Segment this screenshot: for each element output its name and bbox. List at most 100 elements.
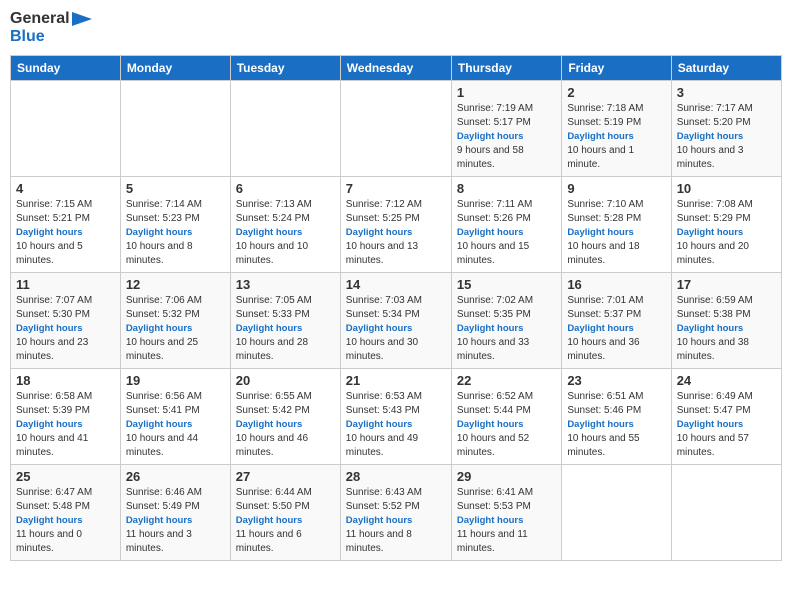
daylight-label: Daylight hours: [16, 515, 83, 526]
day-number: 5: [126, 181, 225, 196]
daylight-label: Daylight hours: [16, 323, 83, 334]
day-number: 6: [236, 181, 335, 196]
day-cell: 28 Sunrise: 6:43 AMSunset: 5:52 PMDayligh…: [340, 464, 451, 560]
day-info: Sunrise: 7:07 AMSunset: 5:30 PMDaylight …: [16, 294, 115, 364]
daylight-label: Daylight hours: [236, 227, 303, 238]
daylight-label: Daylight hours: [567, 323, 634, 334]
daylight-label: Daylight hours: [346, 323, 413, 334]
day-number: 13: [236, 277, 335, 292]
daylight-label: Daylight hours: [457, 515, 524, 526]
daylight-label: Daylight hours: [457, 419, 524, 430]
day-number: 16: [567, 277, 665, 292]
daylight-label: Daylight hours: [677, 131, 744, 142]
logo: General Blue: [10, 10, 92, 47]
daylight-label: Daylight hours: [677, 323, 744, 334]
day-cell: 14Sunrise: 7:03 AMSunset: 5:34 PMDayligh…: [340, 272, 451, 368]
daylight-label: Daylight hours: [457, 131, 524, 142]
page-header: General Blue: [10, 10, 782, 47]
day-cell: [120, 80, 230, 176]
day-info: Sunrise: 6:51 AMSunset: 5:46 PMDaylight …: [567, 390, 665, 460]
day-info: Sunrise: 7:11 AMSunset: 5:26 PMDaylight …: [457, 198, 556, 268]
day-info: Sunrise: 7:15 AMSunset: 5:21 PMDaylight …: [16, 198, 115, 268]
day-number: 12: [126, 277, 225, 292]
day-cell: 29 Sunrise: 6:41 AMSunset: 5:53 PMDayligh…: [451, 464, 561, 560]
day-info: Sunrise: 6:49 AMSunset: 5:47 PMDaylight …: [677, 390, 776, 460]
header-monday: Monday: [120, 55, 230, 80]
day-info: Sunrise: 7:06 AMSunset: 5:32 PMDaylight …: [126, 294, 225, 364]
day-cell: 1Sunrise: 7:19 AMSunset: 5:17 PMDaylight…: [451, 80, 561, 176]
daylight-label: Daylight hours: [677, 227, 744, 238]
day-cell: 18 Sunrise: 6:58 AMSunset: 5:39 PMDayligh…: [11, 368, 121, 464]
daylight-label: Daylight hours: [126, 227, 193, 238]
header-thursday: Thursday: [451, 55, 561, 80]
day-number: 22: [457, 373, 556, 388]
day-number: 25: [16, 469, 115, 484]
day-info: Sunrise: 7:10 AMSunset: 5:28 PMDaylight …: [567, 198, 665, 268]
week-row-4: 18 Sunrise: 6:58 AMSunset: 5:39 PMDayligh…: [11, 368, 782, 464]
day-cell: 6 Sunrise: 7:13 AMSunset: 5:24 PMDaylight…: [230, 176, 340, 272]
daylight-label: Daylight hours: [457, 227, 524, 238]
week-row-1: 1Sunrise: 7:19 AMSunset: 5:17 PMDaylight…: [11, 80, 782, 176]
day-info: Sunrise: 7:13 AMSunset: 5:24 PMDaylight …: [236, 198, 335, 268]
day-number: 18: [16, 373, 115, 388]
day-info: Sunrise: 6:41 AMSunset: 5:53 PMDaylight …: [457, 486, 556, 556]
day-cell: 13 Sunrise: 7:05 AMSunset: 5:33 PMDayligh…: [230, 272, 340, 368]
day-number: 21: [346, 373, 446, 388]
day-cell: 25 Sunrise: 6:47 AMSunset: 5:48 PMDayligh…: [11, 464, 121, 560]
day-number: 28: [346, 469, 446, 484]
calendar-header-row: SundayMondayTuesdayWednesdayThursdayFrid…: [11, 55, 782, 80]
daylight-label: Daylight hours: [567, 227, 634, 238]
day-cell: 9Sunrise: 7:10 AMSunset: 5:28 PMDaylight…: [562, 176, 671, 272]
day-info: Sunrise: 7:02 AMSunset: 5:35 PMDaylight …: [457, 294, 556, 364]
daylight-label: Daylight hours: [16, 419, 83, 430]
day-info: Sunrise: 6:58 AMSunset: 5:39 PMDaylight …: [16, 390, 115, 460]
day-cell: 17 Sunrise: 6:59 AMSunset: 5:38 PMDayligh…: [671, 272, 781, 368]
day-number: 2: [567, 85, 665, 100]
day-number: 26: [126, 469, 225, 484]
day-cell: 27Sunrise: 6:44 AMSunset: 5:50 PMDayligh…: [230, 464, 340, 560]
day-info: Sunrise: 6:47 AMSunset: 5:48 PMDaylight …: [16, 486, 115, 556]
day-cell: 3Sunrise: 7:17 AMSunset: 5:20 PMDaylight…: [671, 80, 781, 176]
logo-arrow: [72, 12, 92, 26]
day-cell: 22Sunrise: 6:52 AMSunset: 5:44 PMDayligh…: [451, 368, 561, 464]
day-cell: 21Sunrise: 6:53 AMSunset: 5:43 PMDayligh…: [340, 368, 451, 464]
day-cell: 24Sunrise: 6:49 AMSunset: 5:47 PMDayligh…: [671, 368, 781, 464]
day-number: 27: [236, 469, 335, 484]
day-number: 1: [457, 85, 556, 100]
day-info: Sunrise: 7:05 AMSunset: 5:33 PMDaylight …: [236, 294, 335, 364]
day-cell: 15Sunrise: 7:02 AMSunset: 5:35 PMDayligh…: [451, 272, 561, 368]
daylight-label: Daylight hours: [346, 419, 413, 430]
day-info: Sunrise: 6:59 AMSunset: 5:38 PMDaylight …: [677, 294, 776, 364]
day-number: 7: [346, 181, 446, 196]
daylight-label: Daylight hours: [126, 323, 193, 334]
header-sunday: Sunday: [11, 55, 121, 80]
day-number: 29: [457, 469, 556, 484]
logo-text: General Blue: [10, 10, 92, 47]
day-cell: 20Sunrise: 6:55 AMSunset: 5:42 PMDayligh…: [230, 368, 340, 464]
header-wednesday: Wednesday: [340, 55, 451, 80]
day-info: Sunrise: 6:43 AMSunset: 5:52 PMDaylight …: [346, 486, 446, 556]
day-info: Sunrise: 7:01 AMSunset: 5:37 PMDaylight …: [567, 294, 665, 364]
week-row-5: 25 Sunrise: 6:47 AMSunset: 5:48 PMDayligh…: [11, 464, 782, 560]
daylight-label: Daylight hours: [567, 131, 634, 142]
day-cell: 7 Sunrise: 7:12 AMSunset: 5:25 PMDaylight…: [340, 176, 451, 272]
day-cell: [230, 80, 340, 176]
day-info: Sunrise: 6:56 AMSunset: 5:41 PMDaylight …: [126, 390, 225, 460]
day-number: 20: [236, 373, 335, 388]
daylight-label: Daylight hours: [677, 419, 744, 430]
day-number: 4: [16, 181, 115, 196]
day-cell: 10Sunrise: 7:08 AMSunset: 5:29 PMDayligh…: [671, 176, 781, 272]
day-info: Sunrise: 7:17 AMSunset: 5:20 PMDaylight …: [677, 102, 776, 172]
daylight-label: Daylight hours: [236, 515, 303, 526]
day-number: 14: [346, 277, 446, 292]
daylight-label: Daylight hours: [236, 419, 303, 430]
day-number: 17: [677, 277, 776, 292]
daylight-label: Daylight hours: [126, 515, 193, 526]
day-info: Sunrise: 7:12 AMSunset: 5:25 PMDaylight …: [346, 198, 446, 268]
header-saturday: Saturday: [671, 55, 781, 80]
day-cell: [11, 80, 121, 176]
day-info: Sunrise: 7:18 AMSunset: 5:19 PMDaylight …: [567, 102, 665, 172]
calendar-table: SundayMondayTuesdayWednesdayThursdayFrid…: [10, 55, 782, 561]
day-number: 11: [16, 277, 115, 292]
day-cell: 12 Sunrise: 7:06 AMSunset: 5:32 PMDayligh…: [120, 272, 230, 368]
